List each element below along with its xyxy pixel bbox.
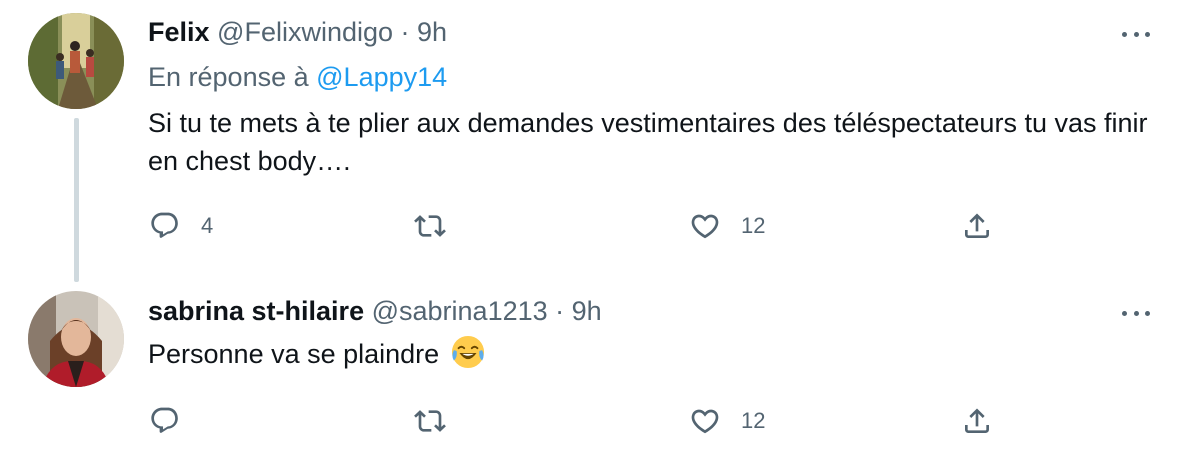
reply-count: 4 bbox=[201, 213, 214, 238]
timestamp[interactable]: · 9h bbox=[401, 17, 448, 47]
tweet-text: Si tu te mets à te plier aux demandes ve… bbox=[148, 108, 1148, 176]
timestamp[interactable]: · 9h bbox=[555, 296, 602, 326]
more-options-icon[interactable] bbox=[1116, 303, 1156, 323]
tweet[interactable]: Felix @Felixwindigo · 9h En réponse à @L… bbox=[0, 0, 1192, 282]
like-button[interactable]: 12 bbox=[689, 206, 765, 246]
tweet-text: Personne va se plaindre bbox=[148, 339, 440, 369]
tweet-text-container: Personne va se plaindre bbox=[148, 335, 485, 379]
display-name[interactable]: sabrina st-hilaire bbox=[148, 296, 364, 326]
heart-icon bbox=[691, 409, 719, 434]
share-icon bbox=[965, 408, 989, 433]
retweet-button[interactable] bbox=[414, 401, 466, 441]
display-name[interactable]: Felix bbox=[148, 17, 210, 47]
like-count: 12 bbox=[741, 408, 766, 433]
reply-button[interactable]: 4 bbox=[149, 206, 213, 246]
user-handle[interactable]: @sabrina1213 bbox=[372, 296, 548, 326]
retweet-button[interactable] bbox=[414, 206, 466, 246]
reply-button[interactable] bbox=[149, 401, 201, 441]
tweet-thread: Felix @Felixwindigo · 9h En réponse à @L… bbox=[0, 0, 1192, 454]
more-options-icon[interactable] bbox=[1116, 24, 1156, 44]
reply-prefix: En réponse à bbox=[148, 62, 309, 92]
thread-line bbox=[74, 118, 79, 282]
retweet-icon bbox=[414, 410, 446, 432]
like-count: 12 bbox=[741, 213, 766, 238]
tweet-header: Felix @Felixwindigo · 9h bbox=[148, 14, 447, 50]
tweet-header: sabrina st-hilaire @sabrina1213 · 9h bbox=[148, 293, 602, 329]
share-button[interactable] bbox=[961, 401, 993, 441]
reply-icon bbox=[151, 212, 178, 238]
share-button[interactable] bbox=[961, 206, 993, 246]
user-handle[interactable]: @Felixwindigo bbox=[217, 17, 393, 47]
like-button[interactable]: 12 bbox=[689, 401, 765, 441]
avatar[interactable] bbox=[28, 291, 124, 387]
reply-handle-link[interactable]: @Lappy14 bbox=[316, 62, 447, 92]
reply-icon bbox=[151, 407, 178, 433]
avatar[interactable] bbox=[28, 13, 124, 109]
face-with-tears-of-joy-icon bbox=[451, 335, 485, 379]
retweet-icon bbox=[414, 215, 446, 237]
tweet[interactable]: sabrina st-hilaire @sabrina1213 · 9h Per… bbox=[0, 282, 1192, 454]
heart-icon bbox=[691, 214, 719, 239]
share-icon bbox=[965, 213, 989, 238]
reply-context: En réponse à @Lappy14 bbox=[148, 59, 447, 95]
